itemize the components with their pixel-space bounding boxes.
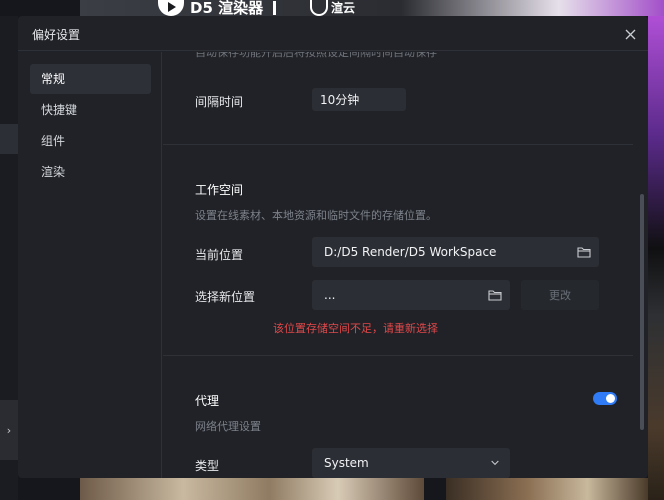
content-scrollbar[interactable]: [640, 194, 644, 430]
folder-icon[interactable]: [488, 289, 502, 301]
chevron-down-icon: [491, 460, 499, 466]
autosave-hint-cutoff: 自动保存功能开启后将按照设定间隔时间自动保存: [195, 52, 437, 59]
d5-logo: D5 渲染器: [158, 0, 277, 17]
sidebar-item-render[interactable]: 渲染: [30, 157, 151, 187]
change-location-button[interactable]: 更改: [521, 280, 599, 310]
section-divider: [163, 355, 633, 356]
interval-label: 间隔时间: [195, 95, 244, 109]
interval-value: 10分钟: [320, 93, 360, 107]
xrender-ring-icon: [310, 0, 328, 16]
close-button[interactable]: [620, 24, 640, 44]
dialog-header: 偏好设置: [18, 16, 648, 51]
settings-sidebar: 常规 快捷键 组件 渲染: [18, 52, 162, 478]
interval-select[interactable]: 10分钟: [312, 88, 406, 111]
chevron-right-icon: ›: [6, 423, 12, 437]
close-icon: [625, 29, 635, 39]
section-divider: [163, 144, 633, 145]
logo-separator: [273, 1, 277, 15]
new-location-value: ...: [324, 288, 336, 302]
new-location-label: 选择新位置: [195, 290, 256, 304]
xrender-logo: 渲云: [310, 0, 355, 16]
proxy-type-label: 类型: [195, 459, 220, 473]
workspace-description: 设置在线素材、本地资源和临时文件的存储位置。: [195, 209, 437, 222]
settings-content: 自动保存功能开启后将按照设定间隔时间自动保存 间隔时间 10分钟 工作空间 设置…: [163, 52, 648, 478]
d5-brand-text: D5 渲染器: [190, 0, 264, 17]
background-expand-button[interactable]: ›: [0, 400, 18, 460]
storage-error-message: 该位置存储空间不足，请重新选择: [273, 322, 438, 335]
current-location-label: 当前位置: [195, 248, 244, 262]
sidebar-item-components[interactable]: 组件: [30, 126, 151, 156]
current-location-field[interactable]: D:/D5 Render/D5 WorkSpace: [312, 237, 599, 267]
xrender-brand-text: 渲云: [331, 1, 356, 15]
proxy-toggle[interactable]: [593, 392, 617, 405]
proxy-type-value: System: [324, 456, 369, 470]
d5-play-icon: [158, 0, 184, 16]
proxy-title: 代理: [195, 394, 220, 408]
current-location-value: D:/D5 Render/D5 WorkSpace: [324, 245, 497, 259]
proxy-description: 网络代理设置: [195, 420, 261, 433]
new-location-field[interactable]: ...: [312, 280, 510, 310]
toggle-knob: [606, 394, 615, 403]
sidebar-item-shortcuts[interactable]: 快捷键: [30, 95, 151, 125]
sidebar-item-general[interactable]: 常规: [30, 64, 151, 94]
background-thumbnail[interactable]: [80, 478, 424, 500]
proxy-type-select[interactable]: System: [312, 448, 510, 478]
dialog-title: 偏好设置: [32, 28, 81, 42]
folder-icon[interactable]: [577, 246, 591, 258]
background-right-preview: [648, 16, 664, 500]
preferences-dialog: 偏好设置 常规 快捷键 组件 渲染 自动保存功能开启后将按照设定间隔时间自动保存…: [18, 16, 648, 478]
background-thumbnail[interactable]: [446, 478, 648, 500]
workspace-title: 工作空间: [195, 183, 244, 197]
background-left-selected: [0, 124, 18, 154]
